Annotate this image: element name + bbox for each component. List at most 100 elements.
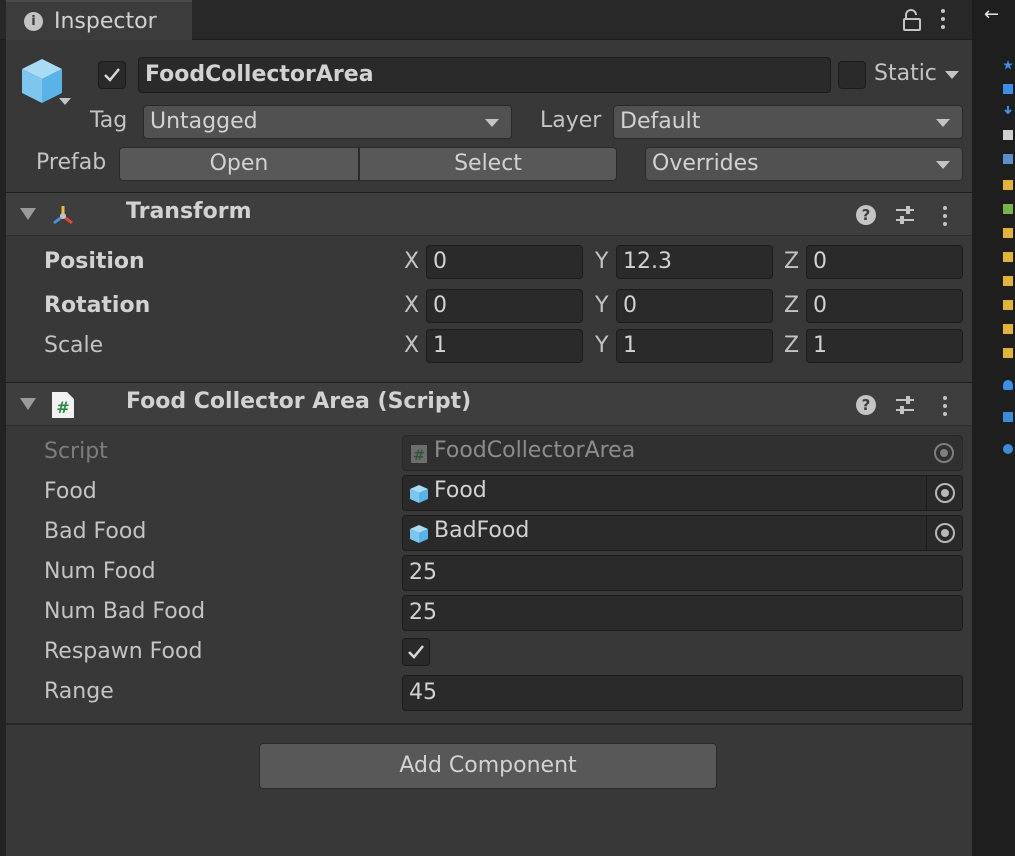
script-file-icon: # [52,392,74,418]
axis-z-label[interactable]: Z [784,249,799,274]
static-label[interactable]: Static [874,61,937,86]
icon-dropdown-caret[interactable] [59,98,71,105]
prefab-overrides-dropdown[interactable]: Overrides [645,147,963,181]
axis-z-label[interactable]: Z [784,333,799,358]
folder-icon[interactable] [1003,228,1013,238]
download-icon[interactable] [1003,106,1013,116]
tag-dropdown[interactable]: Untagged [143,105,512,139]
axis-x-label[interactable]: X [404,293,419,318]
scale-x-field[interactable]: 1 [426,329,583,363]
layer-value: Default [620,109,701,134]
info-icon: i [24,12,43,31]
num-bad-food-field[interactable]: 25 [402,595,963,631]
script-label: Script [44,439,108,464]
panel-edge [0,0,6,856]
foldout-arrow-icon[interactable] [20,208,36,220]
folder-icon[interactable] [1003,348,1013,358]
component-separator [6,723,972,725]
tab-menu-icon[interactable] [941,9,947,33]
script-component-title: Food Collector Area (Script) [126,389,472,414]
script-file-icon: # [411,445,427,464]
position-y-field[interactable]: 12.3 [616,245,773,279]
bad-food-label: Bad Food [44,519,147,544]
position-z-field[interactable]: 0 [806,245,963,279]
component-menu-icon[interactable] [943,396,949,420]
folder-icon[interactable] [1003,204,1013,214]
scale-y-field[interactable]: 1 [616,329,773,363]
script-component-header[interactable]: # Food Collector Area (Script) ? [6,382,972,426]
folder-icon[interactable] [1003,276,1013,286]
check-icon [104,68,120,82]
service-icon[interactable] [1003,444,1013,454]
rotation-x-field[interactable]: 0 [426,289,583,323]
star-icon[interactable] [1003,60,1013,70]
svg-text:#: # [56,398,69,417]
prefab-cube-icon [410,485,428,503]
food-value: Food [434,478,487,503]
layer-label: Layer [540,108,602,133]
cloud-icon[interactable] [1003,380,1013,390]
prefab-select-button[interactable]: Select [359,147,617,181]
presets-icon[interactable] [894,204,916,226]
folder-icon[interactable] [1003,252,1013,262]
add-component-button[interactable]: Add Component [259,743,717,789]
position-x-field[interactable]: 0 [426,245,583,279]
lock-icon[interactable] [902,8,922,32]
num-food-label: Num Food [44,559,156,584]
prefab-open-button[interactable]: Open [119,147,359,181]
axis-x-label[interactable]: X [404,333,419,358]
svg-text:#: # [413,448,425,464]
image-icon[interactable] [1003,154,1013,164]
scale-label: Scale [44,333,104,358]
tab-inspector-label: Inspector [54,9,157,34]
rotation-label: Rotation [44,293,151,318]
object-picker-icon [926,436,962,470]
script-value: FoodCollectorArea [434,438,636,463]
static-checkbox[interactable] [838,61,866,89]
bad-food-object-field[interactable]: BadFood [402,515,963,551]
chevron-down-icon [485,119,499,127]
package-icon[interactable] [1003,412,1013,422]
object-name-field[interactable]: FoodCollectorArea [138,57,831,93]
respawn-food-label: Respawn Food [44,639,203,664]
food-label: Food [44,479,97,504]
axis-y-label[interactable]: Y [595,293,608,318]
prefab-label: Prefab [36,150,107,175]
axis-x-label[interactable]: X [404,249,419,274]
foldout-arrow-icon[interactable] [20,398,36,410]
folder-icon[interactable] [1003,324,1013,334]
transform-header[interactable]: Transform ? [6,192,972,236]
presets-icon[interactable] [894,394,916,416]
respawn-food-checkbox[interactable] [402,638,430,666]
range-field[interactable]: 45 [402,675,963,711]
chevron-down-icon [936,161,950,169]
tag-value: Untagged [150,109,258,134]
inspector-panel: i Inspector FoodCollectorArea Static Tag… [0,0,972,856]
axis-y-label[interactable]: Y [595,249,608,274]
tag-label: Tag [90,108,128,133]
range-label: Range [44,679,114,704]
asset-icon[interactable] [1003,84,1013,94]
folder-icon[interactable] [1003,180,1013,190]
rotation-z-field[interactable]: 0 [806,289,963,323]
axis-y-label[interactable]: Y [595,333,608,358]
tab-inspector[interactable]: i Inspector [6,0,192,40]
file-icon[interactable] [1003,130,1013,140]
scale-z-field[interactable]: 1 [806,329,963,363]
active-checkbox[interactable] [98,61,126,89]
prefab-cube-icon [410,525,428,543]
help-icon[interactable]: ? [856,205,876,225]
back-arrow-icon[interactable]: ← [984,4,999,25]
help-icon[interactable]: ? [856,395,876,415]
food-object-field[interactable]: Food [402,475,963,511]
axis-z-label[interactable]: Z [784,293,799,318]
object-picker-icon[interactable] [926,516,962,550]
rotation-y-field[interactable]: 0 [616,289,773,323]
static-dropdown-caret[interactable] [945,71,959,79]
object-picker-icon[interactable] [926,476,962,510]
num-food-field[interactable]: 25 [402,555,963,591]
overrides-value: Overrides [652,151,759,176]
layer-dropdown[interactable]: Default [613,105,963,139]
folder-icon[interactable] [1003,300,1013,310]
component-menu-icon[interactable] [943,206,949,230]
